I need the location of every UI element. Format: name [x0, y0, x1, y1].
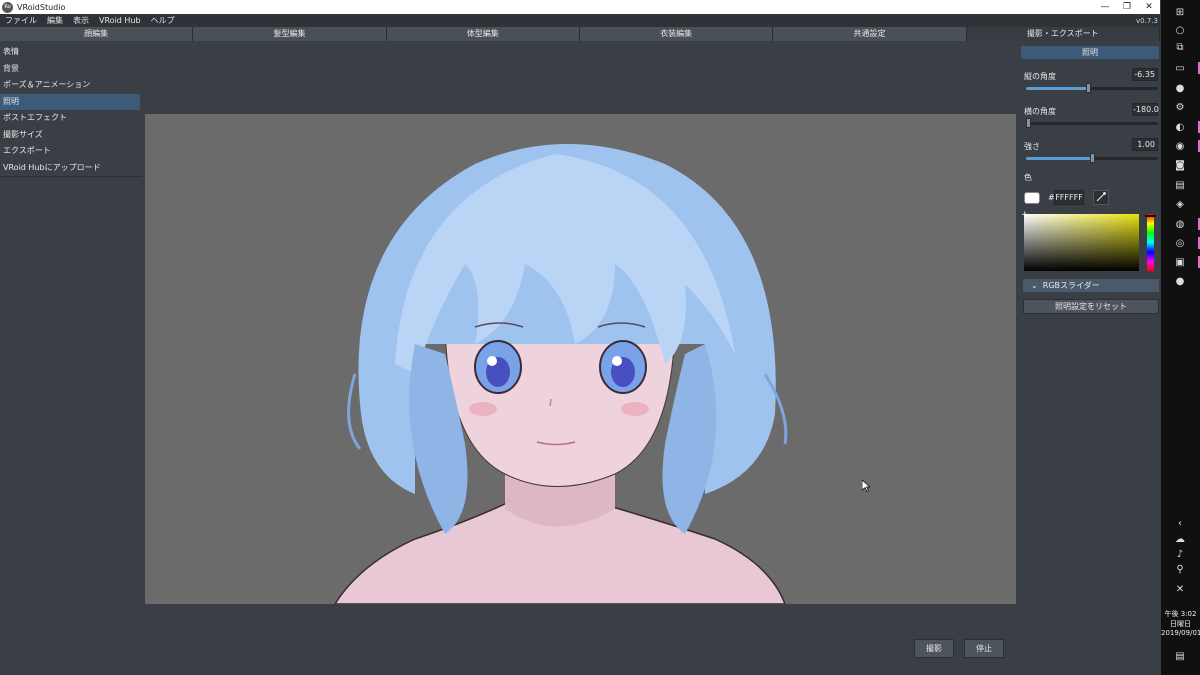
close-icon[interactable]: ✕	[1173, 583, 1187, 596]
version-label: v0.7.3	[1136, 16, 1158, 25]
eyedropper-button[interactable]	[1093, 190, 1109, 205]
rgb-slider-label: RGBスライダー	[1042, 281, 1100, 290]
clock-time[interactable]: 午後 3:02	[1161, 609, 1200, 619]
tab-common[interactable]: 共通設定	[773, 27, 967, 41]
eyedropper-icon	[1096, 192, 1106, 202]
vroid-studio-taskbar-icon[interactable]: ●	[1173, 275, 1187, 288]
tab-face[interactable]: 顔編集	[0, 27, 194, 41]
menu-vroid-hub[interactable]: VRoid Hub	[94, 16, 146, 25]
rgb-slider-toggle[interactable]: ⌄ RGBスライダー	[1023, 279, 1159, 292]
sidebar-item-vroid-hub-upload[interactable]: VRoid Hubにアップロード	[0, 160, 140, 177]
cloud-icon[interactable]: ☁	[1173, 533, 1187, 546]
windows-start-icon[interactable]: ⊞	[1173, 6, 1187, 19]
color-label: 色	[1024, 173, 1032, 182]
intensity-label: 強さ	[1024, 142, 1040, 151]
vertical-angle-slider[interactable]	[1026, 83, 1158, 93]
app-logo-icon: Ro	[2, 1, 13, 13]
chevron-down-icon: ⌄	[1031, 281, 1038, 290]
sidebar-divider	[0, 176, 142, 177]
sidebar-item-export[interactable]: エクスポート	[0, 143, 140, 160]
menu-edit[interactable]: 編集	[42, 15, 68, 26]
lighting-panel: 照明 縦の角度 -6.35 横の角度 -180.0 強さ 1.00 色 # FF…	[1019, 44, 1161, 675]
sidebar-item-pose-animation[interactable]: ポーズ＆アニメーション	[0, 77, 140, 94]
intensity-slider[interactable]	[1026, 153, 1158, 163]
title-bar: Ro VRoidStudio — ❐ ✕	[0, 0, 1160, 14]
chrome-icon[interactable]: ◍	[1173, 218, 1187, 231]
vertical-angle-knob[interactable]	[1086, 83, 1091, 93]
color-saturation-value-picker[interactable]	[1024, 214, 1139, 271]
search-icon[interactable]: ○	[1173, 24, 1187, 37]
clock-weekday[interactable]: 日曜日	[1161, 619, 1200, 629]
sidebar-item-background[interactable]: 背景	[0, 61, 140, 78]
intensity-fill	[1026, 157, 1092, 160]
maximize-button[interactable]: ❐	[1116, 0, 1138, 14]
app-blue-icon[interactable]: ◎	[1173, 237, 1187, 250]
main-tabs: 顔編集 髪型編集 体型編集 衣装編集 共通設定 撮影・エクスポート	[0, 27, 1160, 41]
settings-gear-icon[interactable]: ⚙	[1173, 101, 1187, 114]
window-title: VRoidStudio	[17, 2, 66, 12]
vertical-angle-fill	[1026, 87, 1088, 90]
character-render	[334, 144, 788, 604]
hue-slider[interactable]	[1147, 214, 1154, 271]
horizontal-angle-label: 横の角度	[1024, 107, 1056, 116]
intensity-input[interactable]: 1.00	[1132, 138, 1158, 151]
horizontal-angle-input[interactable]: -180.0	[1132, 103, 1159, 116]
hue-marker[interactable]	[1145, 215, 1156, 217]
intensity-knob[interactable]	[1090, 153, 1095, 163]
sidebar-item-lighting[interactable]: 照明	[0, 93, 140, 110]
horizontal-angle-knob[interactable]	[1026, 118, 1031, 128]
vertical-angle-label: 縦の角度	[1024, 72, 1056, 81]
app-chat-icon[interactable]: ◙	[1173, 159, 1187, 172]
panel-title: 照明	[1021, 46, 1159, 59]
stop-button[interactable]: 停止	[964, 639, 1004, 658]
mouse-cursor-icon	[862, 480, 870, 492]
minimize-button[interactable]: —	[1094, 0, 1116, 14]
windows-taskbar: ⊞ ○ ⧉ ▭ ● ⚙ ◐ ◉ ◙ ▤ ◈ ◍ ◎ ▣ ● ‹ ☁ ♪ ⚲ ✕ …	[1161, 0, 1200, 675]
chevron-left-icon[interactable]: ‹	[1173, 517, 1187, 530]
notification-icon[interactable]: ▤	[1173, 650, 1187, 663]
steam-icon[interactable]: ◉	[1173, 140, 1187, 153]
app-green-icon[interactable]: ●	[1173, 82, 1187, 95]
tab-photo-export[interactable]: 撮影・エクスポート	[966, 27, 1160, 41]
menu-view[interactable]: 表示	[68, 15, 94, 26]
clock-date[interactable]: 2019/09/01	[1161, 629, 1200, 637]
task-view-icon[interactable]: ⧉	[1173, 41, 1187, 54]
horizontal-angle-slider[interactable]	[1026, 118, 1158, 128]
window-controls: — ❐ ✕	[1094, 0, 1160, 14]
volume-icon[interactable]: ♪	[1173, 548, 1187, 561]
sidebar-item-post-effect[interactable]: ポストエフェクト	[0, 110, 140, 127]
tab-outfit[interactable]: 衣装編集	[579, 27, 774, 41]
reset-lighting-button[interactable]: 照明設定をリセット	[1023, 299, 1159, 314]
app-orange-icon[interactable]: ◐	[1173, 121, 1187, 134]
app-leaf-icon[interactable]: ◈	[1173, 198, 1187, 211]
app-window-icon[interactable]: ▤	[1173, 179, 1187, 192]
hex-input[interactable]: FFFFFF	[1054, 190, 1084, 205]
menu-file[interactable]: ファイル	[0, 15, 42, 26]
color-swatch[interactable]	[1024, 192, 1040, 204]
menu-help[interactable]: ヘルプ	[146, 15, 180, 26]
shoot-button[interactable]: 撮影	[914, 639, 954, 658]
sidebar-item-expression[interactable]: 表情	[0, 44, 140, 61]
network-icon[interactable]: ⚲	[1173, 563, 1187, 576]
close-button[interactable]: ✕	[1138, 0, 1160, 14]
app-red-icon[interactable]: ▣	[1173, 256, 1187, 269]
sidebar-item-photo-size[interactable]: 撮影サイズ	[0, 127, 140, 144]
file-explorer-icon[interactable]: ▭	[1173, 62, 1187, 75]
menu-bar: ファイル 編集 表示 VRoid Hub ヘルプ v0.7.3	[0, 14, 1160, 27]
vertical-angle-input[interactable]: -6.35	[1132, 68, 1158, 81]
color-picker-crosshair[interactable]: +	[1021, 210, 1029, 220]
left-sidebar: 表情 背景 ポーズ＆アニメーション 照明 ポストエフェクト 撮影サイズ エクスポ…	[0, 44, 142, 675]
3d-viewport[interactable]	[145, 114, 1016, 604]
tab-hair[interactable]: 髪型編集	[193, 27, 387, 41]
tab-body[interactable]: 体型編集	[386, 27, 580, 41]
